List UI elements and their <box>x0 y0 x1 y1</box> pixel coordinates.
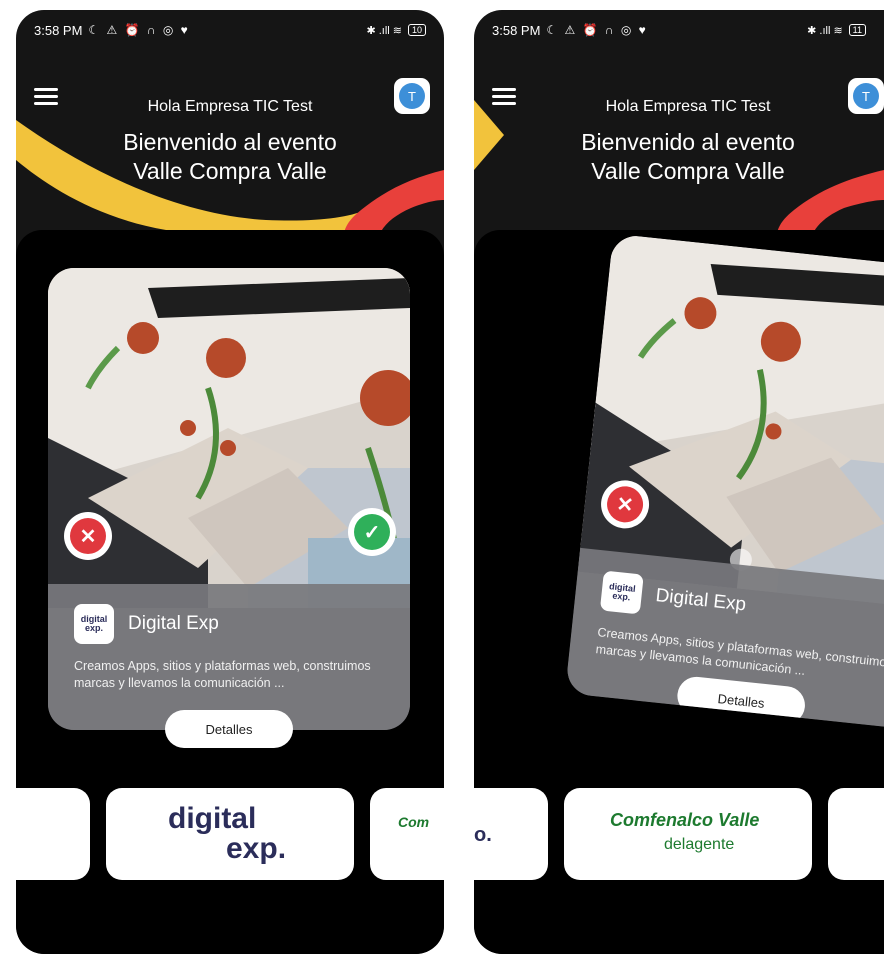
status-bar: 3:58 PM ☾ ⚠ ⏰ ∩ ◎ ♥ ✱ .ıll ≋ 11 <box>474 10 884 50</box>
close-icon: ✕ <box>70 518 106 554</box>
digital-exp-logo-line1: digital <box>168 802 257 835</box>
company-mini-logo: digital exp. <box>74 604 114 644</box>
logo-tile-next[interactable] <box>828 788 884 880</box>
phone-screen-right: 3:58 PM ☾ ⚠ ⏰ ∩ ◎ ♥ ✱ .ıll ≋ 11 T Hola E… <box>474 10 884 954</box>
welcome-line-2: Valle Compra Valle <box>133 158 327 184</box>
content-panel: ✕ ✓ digitalexp. Digital Exp Creamos Apps… <box>474 230 884 954</box>
company-description: Creamos Apps, sitios y plataformas web, … <box>74 659 371 690</box>
comfenalco-title: Comfenalco Valle <box>610 810 760 830</box>
details-button[interactable]: Detalles <box>165 710 293 748</box>
notification-icons: ☾ ⚠ ⏰ ∩ ◎ ♥ <box>546 23 648 37</box>
comfenalco-partial: Com <box>398 814 430 830</box>
company-name: Digital Exp <box>128 613 219 634</box>
status-time: 3:58 PM <box>492 22 541 38</box>
signal-icons: ✱ .ıll ≋ <box>807 24 843 37</box>
logo-tile-next[interactable]: Com <box>370 788 444 880</box>
battery-icon: 11 <box>848 24 866 36</box>
status-time: 3:58 PM <box>34 22 83 38</box>
digital-exp-partial: o. <box>474 824 492 846</box>
company-card[interactable]: ✕ ✓ digital exp. Digital Exp Creamos Apps… <box>48 268 410 730</box>
accept-button[interactable]: ✓ <box>348 508 396 556</box>
close-icon: ✕ <box>605 484 645 525</box>
logo-tile-comfenalco[interactable]: Comfenalco Valle delagente <box>564 788 812 880</box>
notification-icons: ☾ ⚠ ⏰ ∩ ◎ ♥ <box>88 23 190 37</box>
logo-tile-digital-exp[interactable]: digital exp. <box>106 788 354 880</box>
card-info: digital exp. Digital Exp Creamos Apps, si… <box>48 584 410 730</box>
welcome-line-1: Bienvenido al evento <box>123 129 337 155</box>
company-photo <box>48 268 410 608</box>
welcome-line-2: Valle Compra Valle <box>591 158 785 184</box>
status-bar: 3:58 PM ☾ ⚠ ⏰ ∩ ◎ ♥ ✱ .ıll ≋ 10 <box>16 10 444 50</box>
digital-exp-logo-line2: exp. <box>226 832 287 865</box>
comfenalco-subtitle: delagente <box>664 836 735 853</box>
battery-icon: 10 <box>407 24 426 36</box>
phone-screen-left: 3:58 PM ☾ ⚠ ⏰ ∩ ◎ ♥ ✱ .ıll ≋ 10 T Hola E… <box>16 10 444 954</box>
logo-tile-prev[interactable]: o. <box>474 788 548 880</box>
signal-icons: ✱ .ıll ≋ <box>366 24 402 37</box>
company-mini-logo: digital exp. <box>599 570 644 615</box>
welcome-line-1: Bienvenido al evento <box>581 129 795 155</box>
logo-tile-prev[interactable] <box>16 788 90 880</box>
company-card-swiping[interactable]: ✕ ✓ digitalexp. Digital Exp Creamos Apps… <box>564 233 884 731</box>
greeting-text: Hola Empresa TIC Test <box>147 98 313 115</box>
welcome-title: Bienvenido al evento Valle Compra Valle <box>474 128 884 186</box>
header: T Hola Empresa TIC Test Bienvenido al ev… <box>474 50 884 250</box>
reject-button[interactable]: ✕ <box>64 512 112 560</box>
company-name: Digital Exp <box>654 585 748 616</box>
greeting-text: Hola Empresa TIC Test <box>605 98 771 115</box>
content-panel: ✕ ✓ digitalexp. Digital Exp Creamos Apps… <box>16 230 444 954</box>
checkmark-icon: ✓ <box>354 514 390 550</box>
welcome-title: Bienvenido al evento Valle Compra Valle <box>16 128 444 186</box>
header: T Hola Empresa TIC Test Bienvenido al ev… <box>16 50 444 250</box>
